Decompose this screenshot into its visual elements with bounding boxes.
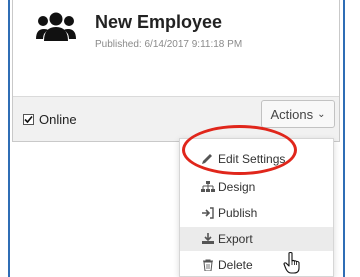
menu-item-label: Export xyxy=(218,232,253,246)
actions-button[interactable]: Actions ⌄ xyxy=(261,100,335,128)
actions-label: Actions xyxy=(270,106,314,122)
trash-icon xyxy=(203,259,213,271)
form-card: New Employee Published: 6/14/2017 9:11:1… xyxy=(12,0,340,142)
checkmark-icon xyxy=(24,115,33,124)
menu-item-design[interactable]: Design xyxy=(180,175,333,199)
online-label: Online xyxy=(39,112,77,127)
card-footer: Online Actions ⌄ xyxy=(13,96,339,141)
menu-item-label: Edit Settings xyxy=(218,152,286,166)
chevron-down-icon: ⌄ xyxy=(317,108,326,120)
download-icon xyxy=(202,233,214,244)
menu-item-edit-settings[interactable]: Edit Settings xyxy=(180,147,333,171)
sign-in-icon xyxy=(202,207,214,219)
pencil-icon xyxy=(202,154,212,164)
hierarchy-icon xyxy=(201,181,215,192)
menu-item-publish[interactable]: Publish xyxy=(180,201,333,225)
published-date: Published: 6/14/2017 9:11:18 PM xyxy=(95,39,243,50)
menu-item-label: Delete xyxy=(218,258,253,272)
menu-item-label: Design xyxy=(218,180,256,194)
menu-item-label: Publish xyxy=(218,206,258,220)
online-toggle[interactable]: Online xyxy=(23,112,77,127)
actions-menu: Edit Settings Design Publish Export Dele… xyxy=(179,138,334,277)
users-icon xyxy=(36,12,76,41)
menu-item-export[interactable]: Export xyxy=(180,227,333,251)
hand-pointer-icon xyxy=(283,252,300,274)
online-checkbox[interactable] xyxy=(23,114,34,125)
card-title[interactable]: New Employee xyxy=(95,12,222,33)
menu-item-delete[interactable]: Delete xyxy=(180,253,333,277)
